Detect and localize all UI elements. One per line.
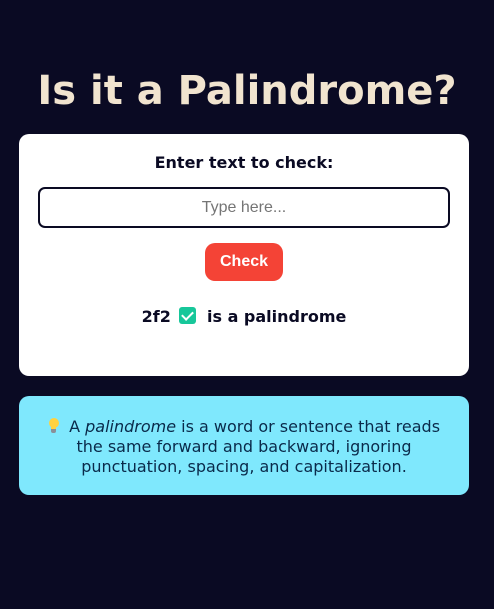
- result-word: 2f2: [141, 307, 171, 326]
- info-box: A palindrome is a word or sentence that …: [19, 396, 469, 495]
- lightbulb-icon: [48, 418, 60, 434]
- input-label: Enter text to check:: [154, 153, 334, 172]
- result-message: 2f2 is a palindrome: [19, 306, 469, 328]
- info-text: A palindrome is a word or sentence that …: [39, 417, 449, 477]
- checker-card: Enter text to check: Check 2f2 is a pali…: [19, 134, 469, 376]
- page-title: Is it a Palindrome?: [37, 68, 457, 114]
- check-button[interactable]: Check: [205, 243, 283, 281]
- info-term: palindrome: [85, 417, 177, 436]
- text-input[interactable]: [38, 187, 450, 228]
- check-mark-icon: [179, 307, 197, 324]
- info-prefix: A: [69, 417, 81, 436]
- result-text: is a palindrome: [206, 307, 347, 326]
